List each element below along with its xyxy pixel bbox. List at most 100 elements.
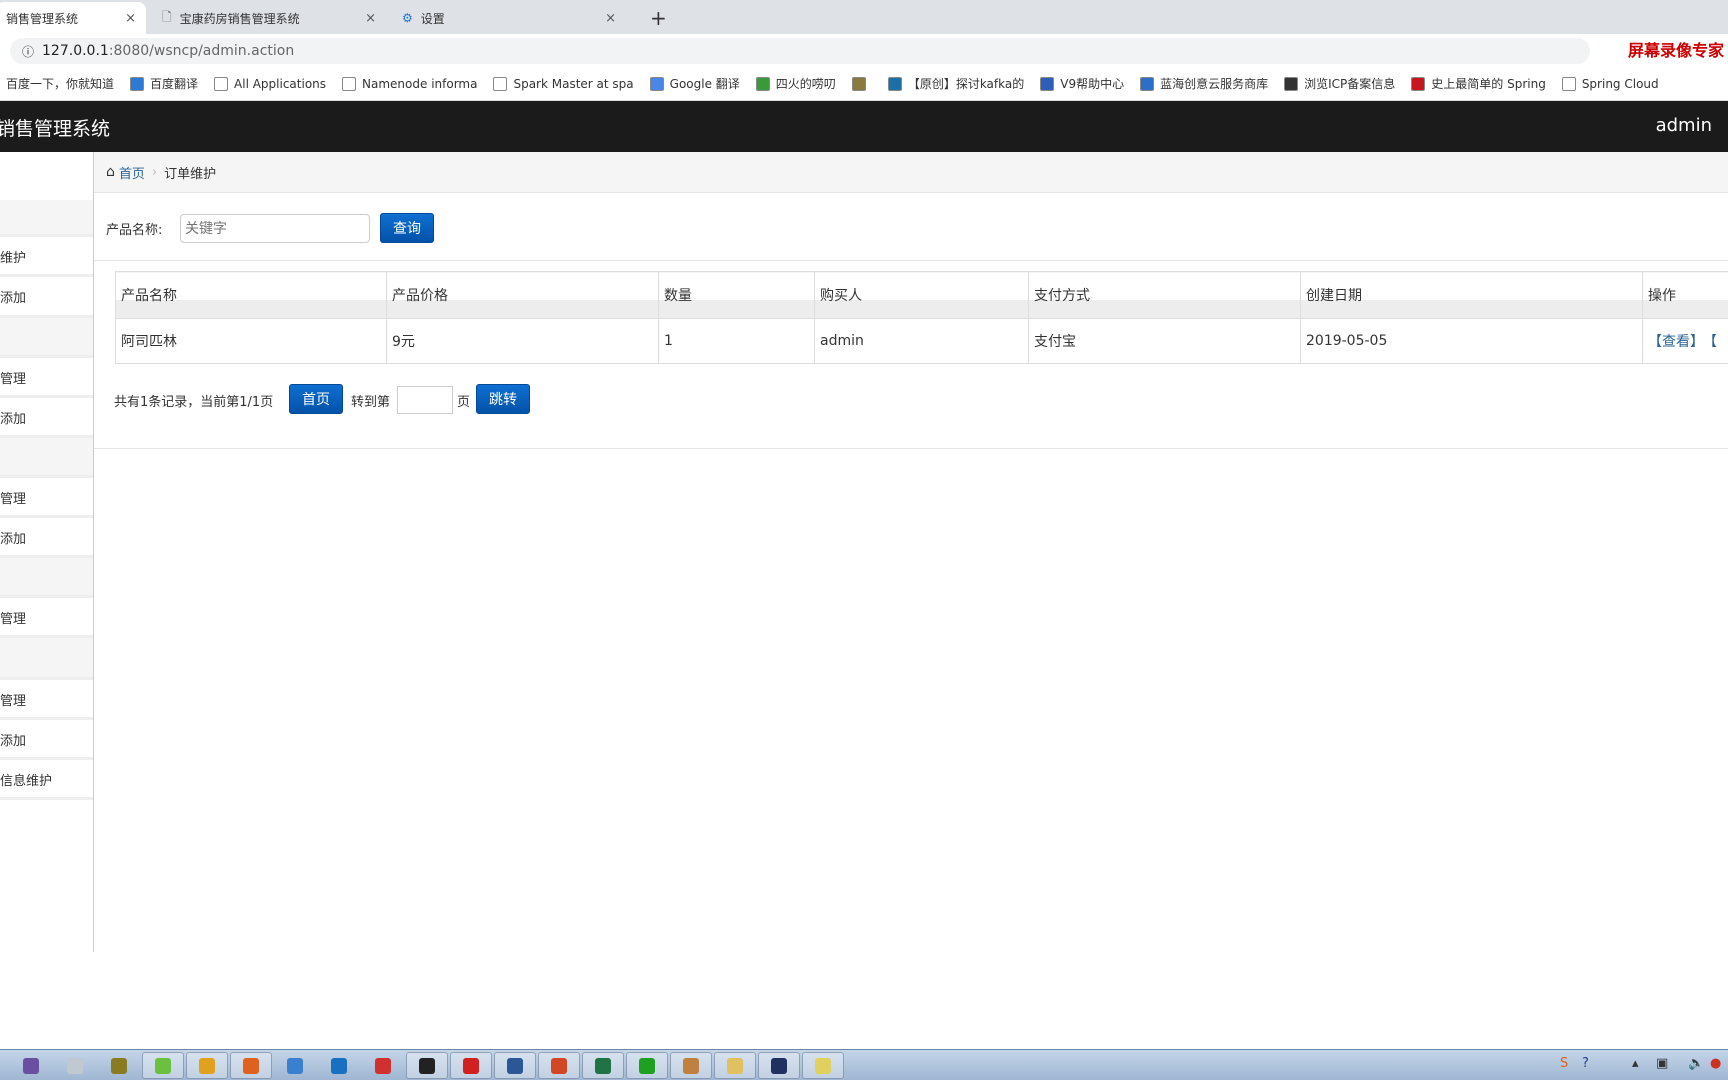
taskbar-app-button[interactable]	[274, 1052, 316, 1079]
app-icon	[595, 1057, 611, 1074]
taskbar-app-button[interactable]	[142, 1052, 184, 1079]
sidebar-item[interactable]: 信息维护	[0, 760, 93, 800]
first-page-button[interactable]: 首页	[289, 384, 343, 414]
divider	[94, 448, 1728, 449]
taskbar-app-button[interactable]	[230, 1052, 272, 1079]
taskbar-app-button[interactable]	[714, 1052, 756, 1079]
network-icon[interactable]: ▣	[1656, 1056, 1668, 1071]
bookmark-item[interactable]	[851, 76, 872, 91]
address-bar-row: ⓘ 127.0.0.1:8080/wsncp/admin.action 屏幕录像…	[0, 34, 1728, 67]
tab-settings[interactable]: ⚙ 设置 ×	[392, 2, 626, 34]
sidebar-group-header[interactable]	[0, 438, 93, 478]
url-host: 127.0.0.1	[42, 43, 109, 59]
sidebar-item[interactable]: 维护	[0, 237, 93, 277]
bookmark-icon	[214, 76, 229, 91]
view-link[interactable]: 【查看】	[1648, 334, 1704, 350]
tab-pharmacy[interactable]: 🗋 宝康药房销售管理系统 ×	[152, 2, 386, 34]
bookmark-icon	[851, 76, 866, 91]
bookmark-item[interactable]: 浏览ICP备案信息	[1284, 75, 1395, 92]
search-label: 产品名称:	[106, 223, 163, 238]
qq-icon[interactable]: ●	[1710, 1056, 1721, 1071]
bookmark-item[interactable]: 史上最简单的 Spring	[1411, 75, 1546, 92]
bookmark-item[interactable]: Namenode informa	[342, 76, 477, 91]
browser-tab-bar: 销售管理系统 × 🗋 宝康药房销售管理系统 × ⚙ 设置 × +	[0, 0, 1728, 34]
tab-title: 设置	[420, 11, 445, 26]
col-actions: 操作	[1642, 271, 1728, 319]
bookmark-item[interactable]: V9帮助中心	[1040, 75, 1124, 92]
taskbar-app-button[interactable]	[626, 1052, 668, 1079]
tab-active[interactable]: 销售管理系统 ×	[0, 2, 146, 34]
help-icon[interactable]: ?	[1582, 1056, 1589, 1071]
sidebar-item[interactable]: 管理	[0, 598, 93, 638]
col-buyer: 购买人	[814, 271, 1029, 319]
sidebar-group-header[interactable]	[0, 200, 93, 237]
app-brand[interactable]: 销售管理系统	[0, 114, 110, 141]
new-tab-button[interactable]: +	[640, 2, 677, 34]
bookmark-item[interactable]: 四火的唠叨	[755, 75, 836, 92]
cell-buyer: admin	[814, 318, 1029, 364]
product-name-search-input[interactable]	[180, 214, 370, 243]
bookmark-label: Spring Cloud	[1581, 76, 1659, 91]
query-button[interactable]: 查询	[380, 213, 434, 243]
taskbar-app-button[interactable]	[758, 1052, 800, 1079]
taskbar-app-button[interactable]	[406, 1052, 448, 1079]
page-number-input[interactable]	[397, 386, 453, 414]
sidebar-item[interactable]: 管理	[0, 358, 93, 398]
close-tab-icon[interactable]: ×	[125, 11, 136, 26]
taskbar-app-button[interactable]	[670, 1052, 712, 1079]
sidebar-item[interactable]: 添加	[0, 398, 93, 438]
taskbar-app-button[interactable]	[54, 1052, 96, 1079]
action-link[interactable]: 【	[1710, 334, 1717, 350]
sidebar-item[interactable]: 管理	[0, 680, 93, 720]
taskbar-app-button[interactable]	[538, 1052, 580, 1079]
sidebar-group-header[interactable]	[0, 638, 93, 680]
bookmark-label: 浏览ICP备案信息	[1304, 77, 1396, 91]
sogou-ime-icon[interactable]: S	[1560, 1056, 1568, 1071]
bookmark-item[interactable]: Spark Master at spa	[493, 76, 634, 91]
url-path: :8080/wsncp/admin.action	[108, 43, 295, 59]
taskbar-app-button[interactable]	[802, 1052, 844, 1079]
bookmark-label: Google 翻译	[669, 77, 740, 91]
bookmark-icon	[1561, 76, 1576, 91]
close-tab-icon[interactable]: ×	[365, 11, 376, 26]
bookmark-item[interactable]: 百度翻译	[130, 75, 198, 92]
bookmark-item[interactable]: 蓝海创意云服务商库	[1140, 75, 1268, 92]
bookmark-item[interactable]: Google 翻译	[649, 75, 740, 92]
sidebar-item[interactable]: 添加	[0, 277, 93, 318]
close-tab-icon[interactable]: ×	[605, 11, 616, 26]
col-payment: 支付方式	[1028, 271, 1301, 319]
breadcrumb-home-link[interactable]: 首页	[119, 163, 145, 182]
sidebar-item[interactable]: 管理	[0, 478, 93, 518]
breadcrumb-separator: ›	[151, 164, 158, 180]
address-bar[interactable]: ⓘ 127.0.0.1:8080/wsncp/admin.action	[10, 38, 1590, 64]
bookmark-label: 史上最简单的 Spring	[1431, 77, 1546, 91]
bookmark-icon	[493, 76, 508, 91]
taskbar-app-button[interactable]	[494, 1052, 536, 1079]
taskbar-app-button[interactable]	[186, 1052, 228, 1079]
taskbar-app-button[interactable]	[362, 1052, 404, 1079]
sidebar-group-header[interactable]	[0, 558, 93, 598]
volume-icon[interactable]: 🔈	[1688, 1056, 1704, 1071]
gear-icon: ⚙	[402, 11, 413, 25]
bookmark-item[interactable]: All Applications	[214, 76, 326, 91]
user-menu[interactable]: admin	[1656, 115, 1712, 136]
taskbar-app-button[interactable]	[10, 1052, 52, 1079]
sidebar-group-header[interactable]	[0, 318, 93, 358]
sidebar-item[interactable]: 添加	[0, 720, 93, 760]
taskbar-app-button[interactable]	[98, 1052, 140, 1079]
cell-actions: 【查看】【	[1642, 318, 1728, 364]
bookmark-label: 蓝海创意云服务商库	[1160, 77, 1269, 91]
bookmark-icon	[887, 76, 902, 91]
show-hidden-icons[interactable]: ▴	[1632, 1056, 1639, 1071]
bookmark-item[interactable]: 百度一下，你就知道	[6, 75, 114, 92]
top-navbar: 销售管理系统 admin	[0, 101, 1728, 152]
jump-button[interactable]: 跳转	[476, 384, 530, 414]
sidebar-item[interactable]: 添加	[0, 518, 93, 558]
recorder-watermark: 屏幕录像专家	[1627, 41, 1724, 60]
bookmark-item[interactable]: 【原创】探讨kafka的	[887, 75, 1024, 92]
taskbar-app-button[interactable]	[450, 1052, 492, 1079]
taskbar-app-button[interactable]	[582, 1052, 624, 1079]
app-icon	[683, 1057, 699, 1074]
taskbar-app-button[interactable]	[318, 1052, 360, 1079]
bookmark-item[interactable]: Spring Cloud	[1561, 76, 1659, 91]
